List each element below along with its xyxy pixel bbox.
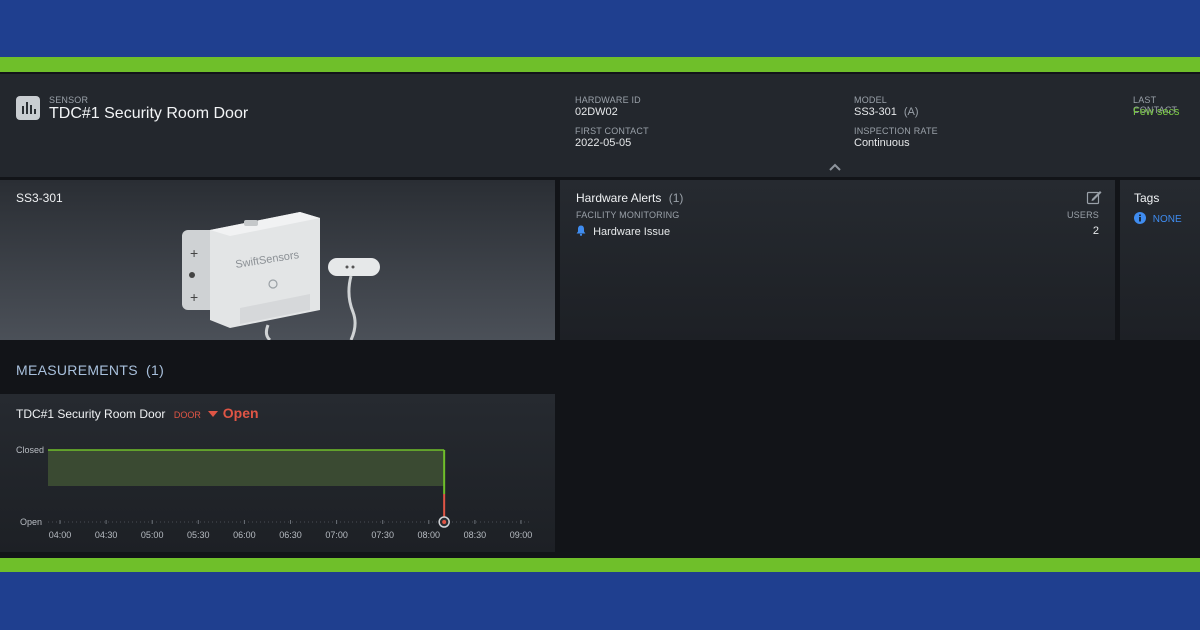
- inspection-rate-label: INSPECTION RATE: [854, 126, 938, 136]
- x-tick-label-7: 07:30: [371, 530, 394, 540]
- bottom-blue-band: [0, 572, 1200, 630]
- first-contact-label: FIRST CONTACT: [575, 126, 649, 136]
- x-tick-label-10: 09:00: [510, 530, 533, 540]
- transition-marker-dot: [442, 520, 447, 524]
- x-tick-label-5: 06:30: [279, 530, 302, 540]
- last-contact: Few secs: [1133, 106, 1180, 118]
- edit-icon[interactable]: [1086, 189, 1102, 205]
- collapse-chevron-up-icon[interactable]: [829, 161, 841, 173]
- users-label: USERS: [1066, 210, 1099, 220]
- measurements-heading: MEASUREMENTS (1): [16, 362, 164, 378]
- alert-item-label: Hardware Issue: [593, 226, 671, 238]
- measurements-title: MEASUREMENTS: [16, 362, 138, 378]
- door-state-chart: Closed Open 04:00 04:30 05:00 05:30 06:00 06:30…: [16, 445, 533, 540]
- alerts-title: Hardware Alerts: [576, 191, 662, 205]
- x-tick-label-9: 08:30: [464, 530, 487, 540]
- info-icon: [1134, 212, 1146, 224]
- sensor-icon: [16, 96, 40, 120]
- top-green-band: [0, 57, 1200, 72]
- alerts-count: (1): [668, 191, 684, 205]
- sensor-label: SENSOR: [49, 95, 89, 105]
- alert-item-users: 2: [1092, 225, 1099, 237]
- bottom-green-band: [0, 558, 1200, 572]
- y-label-closed: Closed: [16, 445, 44, 455]
- svg-text:+: +: [190, 289, 198, 305]
- top-blue-band: [0, 0, 1200, 57]
- tags-title: Tags: [1134, 191, 1160, 205]
- x-tick-label-8: 08:00: [418, 530, 441, 540]
- measurement-chart-panel: TDC#1 Security Room Door DOOR Open Close…: [0, 394, 555, 552]
- x-tick-label-2: 05:00: [141, 530, 164, 540]
- model-value: SS3-301 (A): [854, 106, 919, 118]
- hardware-alerts-panel: Hardware Alerts (1) FACILITY MONITORING …: [560, 180, 1115, 340]
- alerts-title-row: Hardware Alerts (1): [576, 191, 683, 205]
- x-tick-label-4: 06:00: [233, 530, 256, 540]
- x-tick-label-0: 04:00: [49, 530, 72, 540]
- inspection-rate: Continuous: [854, 137, 910, 149]
- x-tick-label-1: 04:30: [95, 530, 118, 540]
- facility-monitoring-label: FACILITY MONITORING: [576, 210, 680, 220]
- model: SS3-301: [854, 106, 897, 118]
- tags-none-label: NONE: [1152, 214, 1182, 225]
- sensor-header: SENSOR TDC#1 Security Room Door HARDWARE…: [0, 74, 1200, 177]
- device-model-title: SS3-301: [16, 191, 63, 205]
- first-contact: 2022-05-05: [575, 137, 632, 149]
- device-image-panel: SS3-301 + + SwiftSensors: [0, 180, 555, 340]
- model-label: MODEL: [854, 95, 888, 105]
- sensor-name: TDC#1 Security Room Door: [49, 105, 249, 122]
- tags-none[interactable]: NONE: [1134, 212, 1182, 225]
- closed-fill-0: [48, 450, 445, 486]
- hardware-id: 02DW02: [575, 106, 618, 118]
- y-label-open: Open: [20, 517, 42, 527]
- measurements-count: (1): [146, 362, 165, 378]
- tags-panel: Tags NONE: [1120, 180, 1200, 340]
- svg-text:+: +: [190, 245, 198, 261]
- alert-item[interactable]: Hardware Issue: [576, 225, 670, 238]
- bell-icon: [576, 225, 586, 236]
- hardware-id-label: HARDWARE ID: [575, 95, 641, 105]
- x-tick-label-3: 05:30: [187, 530, 210, 540]
- sensor-device-image: + + SwiftSensors: [182, 212, 380, 340]
- x-tick-label-6: 07:00: [325, 530, 348, 540]
- app-window: SENSOR TDC#1 Security Room Door HARDWARE…: [0, 72, 1200, 558]
- model-suffix: (A): [903, 106, 919, 118]
